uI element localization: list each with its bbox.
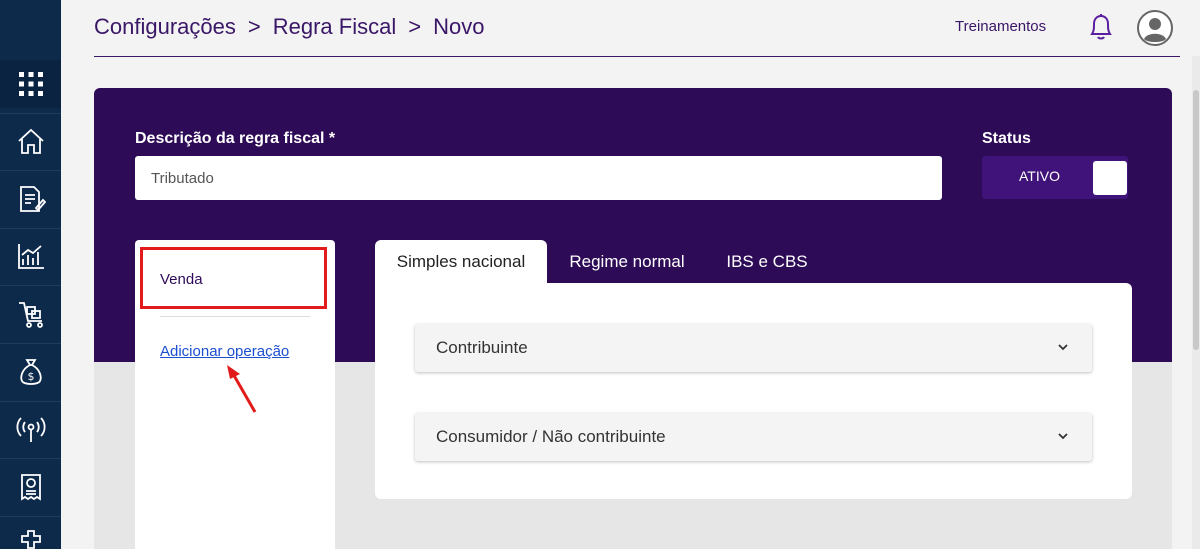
scrollbar-thumb[interactable] (1193, 90, 1199, 350)
chevron-down-icon (1058, 433, 1068, 440)
description-input[interactable] (135, 156, 942, 200)
red-arrow-annotation (222, 362, 262, 418)
receipt-icon[interactable] (0, 463, 61, 511)
cart-icon[interactable] (0, 290, 61, 338)
tab-panel-simples-nacional (375, 283, 1132, 499)
document-edit-icon[interactable] (0, 175, 61, 223)
breadcrumb-item-configuracoes[interactable]: Configurações (94, 14, 236, 40)
bell-icon[interactable] (1087, 12, 1115, 42)
accordion-contribuinte[interactable]: Contribuinte (415, 324, 1092, 372)
breadcrumb-separator: > (408, 14, 422, 39)
chevron-down-icon (1058, 344, 1068, 351)
status-value: ATIVO (1019, 168, 1060, 184)
operations-divider (160, 316, 310, 317)
treinamentos-link[interactable]: Treinamentos (955, 18, 1046, 35)
apps-grid-icon[interactable] (0, 60, 61, 108)
svg-text:$: $ (27, 370, 34, 383)
tab-regime-normal[interactable]: Regime normal (552, 240, 702, 284)
money-bag-icon[interactable]: $ (0, 348, 61, 396)
accordion-consumidor[interactable]: Consumidor / Não contribuinte (415, 413, 1092, 461)
description-label: Descrição da regra fiscal * (135, 130, 336, 147)
breadcrumb-separator: > (247, 14, 261, 39)
user-avatar-icon[interactable] (1137, 10, 1173, 46)
operation-item-venda[interactable]: Venda (160, 271, 203, 288)
add-operation-link[interactable]: Adicionar operação (160, 343, 289, 360)
page-header: Configurações > Regra Fiscal > Novo Trei… (94, 0, 1180, 57)
home-icon[interactable] (0, 117, 61, 165)
analytics-chart-icon[interactable] (0, 232, 61, 280)
sidebar: $ (0, 0, 61, 549)
accordion-consumidor-label: Consumidor / Não contribuinte (436, 427, 666, 446)
status-label: Status (982, 130, 1031, 147)
status-toggle-knob[interactable] (1093, 161, 1127, 195)
breadcrumb: Configurações > Regra Fiscal > Novo (94, 14, 484, 40)
accordion-contribuinte-label: Contribuinte (436, 338, 528, 357)
puzzle-icon[interactable] (0, 518, 61, 549)
broadcast-antenna-icon[interactable] (0, 405, 61, 453)
breadcrumb-item-regra-fiscal[interactable]: Regra Fiscal (273, 14, 396, 40)
breadcrumb-item-novo: Novo (433, 14, 485, 39)
tab-simples-nacional[interactable]: Simples nacional (375, 240, 547, 284)
tab-ibs-cbs[interactable]: IBS e CBS (712, 240, 822, 284)
